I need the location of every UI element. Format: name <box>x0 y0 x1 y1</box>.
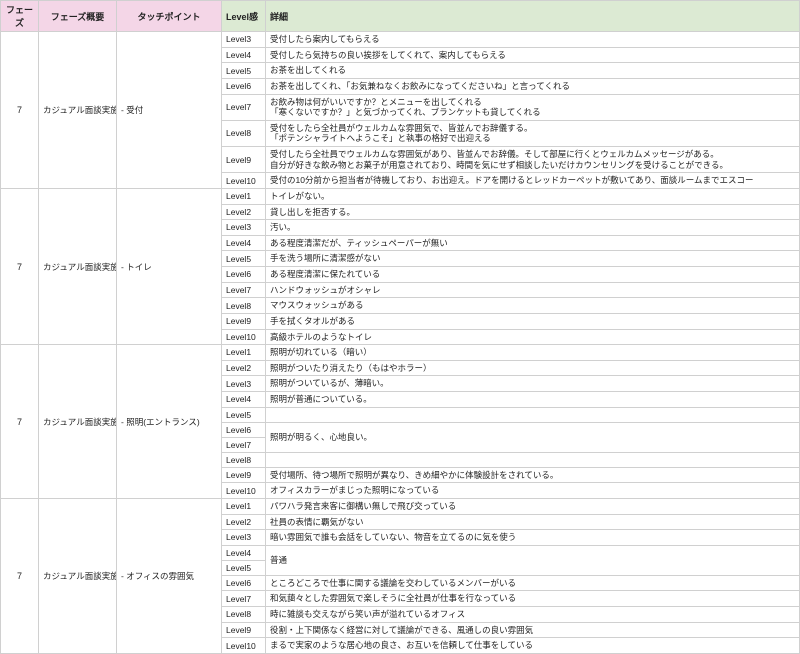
header-phase: フェーズ <box>1 1 39 32</box>
cell-level: Level6 <box>222 422 266 437</box>
cell-detail: ある程度清潔に保たれている <box>266 267 800 283</box>
cell-detail: 受付の10分前から担当者が待機しており、お出迎え。ドアを開けるとレッドカーペット… <box>266 173 800 189</box>
cell-detail: 貸し出しを拒否する。 <box>266 204 800 220</box>
cell-level: Level3 <box>222 376 266 392</box>
header-level: Level感 <box>222 1 266 32</box>
cell-level: Level4 <box>222 392 266 408</box>
cell-level: Level7 <box>222 437 266 452</box>
table-body: 7カジュアル面談実施- 受付Level3受付したら案内してもらえるLevel4受… <box>1 32 800 654</box>
cell-detail <box>266 452 800 467</box>
cell-level: Level6 <box>222 78 266 94</box>
cell-level: Level10 <box>222 329 266 345</box>
header-detail: 詳細 <box>266 1 800 32</box>
cell-detail: 高級ホテルのようなトイレ <box>266 329 800 345</box>
cell-level: Level7 <box>222 94 266 120</box>
cell-level: Level4 <box>222 47 266 63</box>
cell-level: Level5 <box>222 251 266 267</box>
cell-detail: ところどころで仕事に関する議論を交わしているメンバーがいる <box>266 575 800 591</box>
cell-phase: 7 <box>1 32 39 189</box>
header-summary: フェーズ概要 <box>39 1 117 32</box>
cell-level: Level4 <box>222 545 266 560</box>
cell-touchpoint: - オフィスの雰囲気 <box>117 498 222 653</box>
cell-detail: ある程度清潔だが、ティッシュペーパーが無い <box>266 235 800 251</box>
cell-detail: お茶を出してくれ、「お気兼ねなくお飲みになってくださいね」と言ってくれる <box>266 78 800 94</box>
cell-detail: まるで実家のような居心地の良さ、お互いを信頼して仕事をしている <box>266 638 800 654</box>
cell-detail: 照明が普通についている。 <box>266 392 800 408</box>
cell-level: Level1 <box>222 188 266 204</box>
cell-level: Level9 <box>222 622 266 638</box>
cell-level: Level7 <box>222 591 266 607</box>
cell-detail: 受付場所、待つ場所で照明が異なり、きめ細やかに体験設計をされている。 <box>266 467 800 483</box>
cell-detail: 社員の表情に覇気がない <box>266 514 800 530</box>
cell-level: Level5 <box>222 407 266 422</box>
cell-level: Level7 <box>222 282 266 298</box>
cell-level: Level6 <box>222 267 266 283</box>
cell-detail: 照明がついたり消えたり（もはやホラー） <box>266 360 800 376</box>
cell-detail: ハンドウォッシュがオシャレ <box>266 282 800 298</box>
cell-level: Level8 <box>222 607 266 623</box>
cell-level: Level8 <box>222 120 266 146</box>
cell-summary: カジュアル面談実施 <box>39 498 117 653</box>
header-touch: タッチポイント <box>117 1 222 32</box>
cell-detail: 暗い雰囲気で誰も会話をしていない、物音を立てるのに気を使う <box>266 530 800 546</box>
cell-level: Level3 <box>222 530 266 546</box>
cell-detail: 照明が切れている（暗い） <box>266 345 800 361</box>
cell-detail: 受付をしたら全社員がウェルカムな雰囲気で、皆並んでお辞儀する。「ポテンシャライト… <box>266 120 800 146</box>
cell-detail: 照明がついているが、薄暗い。 <box>266 376 800 392</box>
cell-level: Level3 <box>222 220 266 236</box>
cell-detail: 手を洗う場所に清潔感がない <box>266 251 800 267</box>
cell-detail: 受付したら全社員でウェルカムな雰囲気があり、皆並んでお辞儀。そして部屋に行くとウ… <box>266 147 800 173</box>
cell-detail <box>266 407 800 422</box>
cell-phase: 7 <box>1 188 39 344</box>
cell-level: Level5 <box>222 560 266 575</box>
cell-phase: 7 <box>1 498 39 653</box>
table-row: 7カジュアル面談実施- トイレLevel1トイレがない。 <box>1 188 800 204</box>
cell-detail: 普通 <box>266 545 800 575</box>
cell-level: Level8 <box>222 298 266 314</box>
cell-level: Level2 <box>222 204 266 220</box>
cell-detail: パワハラ発言来客に御構い無しで飛び交っている <box>266 498 800 514</box>
cell-detail: 時に雑談も交えながら笑い声が溢れているオフィス <box>266 607 800 623</box>
cell-level: Level4 <box>222 235 266 251</box>
cell-level: Level1 <box>222 345 266 361</box>
cell-level: Level6 <box>222 575 266 591</box>
cell-level: Level8 <box>222 452 266 467</box>
cell-detail: 和気藹々とした雰囲気で楽しそうに全社員が仕事を行なっている <box>266 591 800 607</box>
data-table: フェーズ フェーズ概要 タッチポイント Level感 詳細 7カジュアル面談実施… <box>0 0 800 654</box>
cell-level: Level10 <box>222 173 266 189</box>
cell-detail: 役割・上下関係なく経営に対して議論ができる、風通しの良い雰囲気 <box>266 622 800 638</box>
header-row: フェーズ フェーズ概要 タッチポイント Level感 詳細 <box>1 1 800 32</box>
cell-summary: カジュアル面談実施 <box>39 345 117 499</box>
cell-summary: カジュアル面談実施 <box>39 32 117 189</box>
cell-detail: お飲み物は何がいいですか？とメニューを出してくれる「寒くないですか？」と気づかっ… <box>266 94 800 120</box>
cell-touchpoint: - 照明(エントランス) <box>117 345 222 499</box>
cell-detail: トイレがない。 <box>266 188 800 204</box>
table-row: 7カジュアル面談実施- 受付Level3受付したら案内してもらえる <box>1 32 800 48</box>
cell-detail: 手を拭くタオルがある <box>266 313 800 329</box>
cell-level: Level9 <box>222 313 266 329</box>
cell-level: Level2 <box>222 514 266 530</box>
cell-level: Level9 <box>222 147 266 173</box>
cell-level: Level1 <box>222 498 266 514</box>
cell-detail: オフィスカラーがまじった照明になっている <box>266 483 800 499</box>
cell-level: Level10 <box>222 638 266 654</box>
table-row: 7カジュアル面談実施- 照明(エントランス)Level1照明が切れている（暗い） <box>1 345 800 361</box>
table-row: 7カジュアル面談実施- オフィスの雰囲気Level1パワハラ発言来客に御構い無し… <box>1 498 800 514</box>
cell-touchpoint: - トイレ <box>117 188 222 344</box>
cell-detail: マウスウォッシュがある <box>266 298 800 314</box>
cell-detail: 受付したら案内してもらえる <box>266 32 800 48</box>
cell-phase: 7 <box>1 345 39 499</box>
cell-detail: 受付したら気持ちの良い挨拶をしてくれて、案内してもらえる <box>266 47 800 63</box>
cell-level: Level2 <box>222 360 266 376</box>
cell-level: Level9 <box>222 467 266 483</box>
cell-level: Level3 <box>222 32 266 48</box>
cell-level: Level5 <box>222 63 266 79</box>
cell-detail: お茶を出してくれる <box>266 63 800 79</box>
cell-level: Level10 <box>222 483 266 499</box>
cell-detail: 汚い。 <box>266 220 800 236</box>
cell-summary: カジュアル面談実施 <box>39 188 117 344</box>
cell-touchpoint: - 受付 <box>117 32 222 189</box>
cell-detail: 照明が明るく、心地良い。 <box>266 422 800 452</box>
